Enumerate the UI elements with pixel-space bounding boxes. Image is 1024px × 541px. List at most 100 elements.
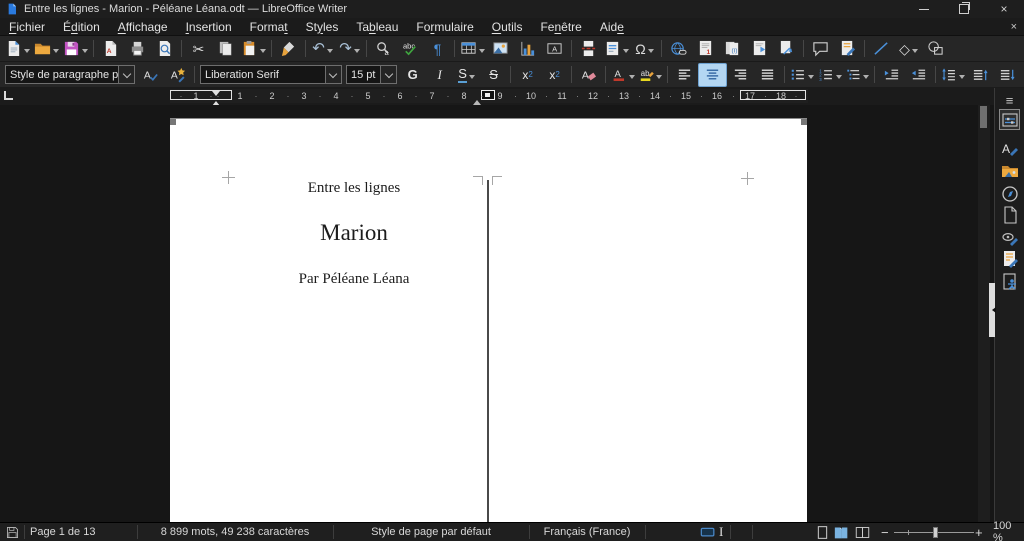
sidebar-tab-properties[interactable] [999,109,1020,130]
page-count-status[interactable]: Page 1 de 13 [30,523,95,541]
menu-edition[interactable]: Édition [54,19,109,35]
copy-button[interactable] [212,38,239,60]
insert-endnote-button[interactable] [719,38,746,60]
font-size-select[interactable]: 15 pt [345,65,398,84]
align-left-button[interactable] [671,64,698,86]
dropdown-arrow-icon[interactable] [835,74,842,82]
insert-page-break-button[interactable] [575,38,602,60]
insert-chart-button[interactable] [514,38,541,60]
sidebar-hide-handle[interactable] [989,283,996,337]
view-multi-page-button[interactable] [833,523,850,541]
sidebar-tab-gallery[interactable] [999,160,1020,181]
font-name-dropdown-icon[interactable] [324,66,341,83]
decrease-indent-button[interactable] [905,64,932,86]
line-spacing-button[interactable] [939,64,967,86]
paste-button[interactable] [239,38,268,60]
clone-formatting-button[interactable] [275,38,302,60]
page-spread[interactable]: Entre les lignes Marion Par Péléane Léan… [170,118,807,522]
zoom-level-status[interactable]: 100 % [993,520,1024,541]
dropdown-arrow-icon[interactable] [260,48,266,56]
menu-aide[interactable]: Aide [591,19,633,35]
language-status[interactable]: Français (France) [529,523,645,541]
font-color-button[interactable] [609,64,637,86]
menu-formulaire[interactable]: Formulaire [407,19,482,35]
ordered-list-button[interactable] [816,64,844,86]
show-draw-functions-button[interactable] [922,38,949,60]
justify-button[interactable] [754,64,781,86]
insert-image-button[interactable] [487,38,514,60]
underline-button[interactable]: S [453,64,480,86]
insert-text-box-button[interactable] [541,38,568,60]
zoom-out-button[interactable]: − [881,523,889,541]
menu-affichage[interactable]: Affichage [109,19,177,35]
dropdown-arrow-icon[interactable] [863,74,870,82]
unordered-list-button[interactable] [788,64,816,86]
open-button[interactable] [32,38,61,60]
subscript-button[interactable]: x2 [541,64,568,86]
insert-cross-reference-button[interactable] [773,38,800,60]
new-document-button[interactable] [3,38,32,60]
dropdown-arrow-icon[interactable] [958,74,965,82]
paragraph-style-dropdown-icon[interactable] [118,66,134,83]
menu-format[interactable]: Format [241,19,297,35]
document-title[interactable]: Marion [228,220,480,246]
menu-fichier[interactable]: Fichier [0,19,54,35]
sidebar-settings-button[interactable]: ≡ [999,90,1020,111]
selection-mode-button[interactable] [700,523,716,541]
export-pdf-button[interactable] [97,38,124,60]
strikethrough-button[interactable]: S [480,64,507,86]
align-center-button[interactable] [698,62,728,87]
print-preview-button[interactable] [151,38,178,60]
dropdown-arrow-icon[interactable] [647,48,654,56]
font-size-dropdown-icon[interactable] [380,66,397,83]
sidebar-tab-manage-changes[interactable] [999,248,1020,269]
insert-footnote-button[interactable] [692,38,719,60]
insert-bookmark-button[interactable] [746,38,773,60]
restore-button[interactable] [944,0,984,18]
dropdown-arrow-icon[interactable] [326,48,333,56]
save-button[interactable] [61,38,90,60]
paragraph-style-select[interactable]: Style de paragraphe par défaut [5,65,135,84]
dropdown-arrow-icon[interactable] [623,48,629,56]
formatting-marks-button[interactable]: ¶ [424,38,451,60]
dropdown-arrow-icon[interactable] [628,74,635,82]
zoom-slider-thumb[interactable] [933,527,938,538]
sidebar-tab-accessibility-check[interactable] [999,271,1020,292]
menu-insertion[interactable]: Insertion [177,19,241,35]
scrollbar-thumb[interactable] [980,106,987,128]
minimize-button[interactable] [904,0,944,18]
dropdown-arrow-icon[interactable] [656,74,663,82]
save-status-button[interactable] [6,523,19,541]
menu-tableau[interactable]: Tableau [347,19,407,35]
insert-comment-button[interactable] [807,38,834,60]
highlight-color-button[interactable] [637,64,665,86]
sidebar-tab-page[interactable] [999,204,1020,225]
clear-formatting-button[interactable] [575,64,602,86]
increase-indent-button[interactable] [878,64,905,86]
tab-stop-type-icon[interactable] [4,91,13,100]
sidebar-tab-styles[interactable] [999,137,1020,158]
new-style-button[interactable] [164,64,191,86]
font-name-select[interactable]: Liberation Serif [200,65,342,84]
dropdown-arrow-icon[interactable] [353,48,360,56]
insert-hyperlink-button[interactable] [665,38,692,60]
basic-shapes-button[interactable]: ◇ [895,38,922,60]
zoom-in-button[interactable]: + [975,523,983,541]
sidebar-tab-navigator[interactable] [999,183,1020,204]
spelling-button[interactable] [397,38,424,60]
cut-button[interactable]: ✂ [185,38,212,60]
find-and-replace-button[interactable] [370,38,397,60]
view-single-page-button[interactable] [815,523,830,541]
superscript-button[interactable]: x2 [514,64,541,86]
decrease-paragraph-spacing-button[interactable] [994,64,1021,86]
page-2[interactable] [489,119,807,522]
outline-list-button[interactable] [844,64,872,86]
close-document-icon[interactable]: × [1004,21,1024,33]
dropdown-arrow-icon[interactable] [82,48,88,56]
menu-outils[interactable]: Outils [483,19,532,35]
menu-fenetre[interactable]: Fenêtre [531,19,590,35]
horizontal-ruler[interactable]: 1 1 2 3 4 5 6 7 8 9 10 11 12 13 14 15 16 17 18 · · · · · · · · · · · ·… [170,89,808,106]
increase-paragraph-spacing-button[interactable] [967,64,994,86]
menu-styles[interactable]: Styles [297,19,348,35]
print-button[interactable] [124,38,151,60]
